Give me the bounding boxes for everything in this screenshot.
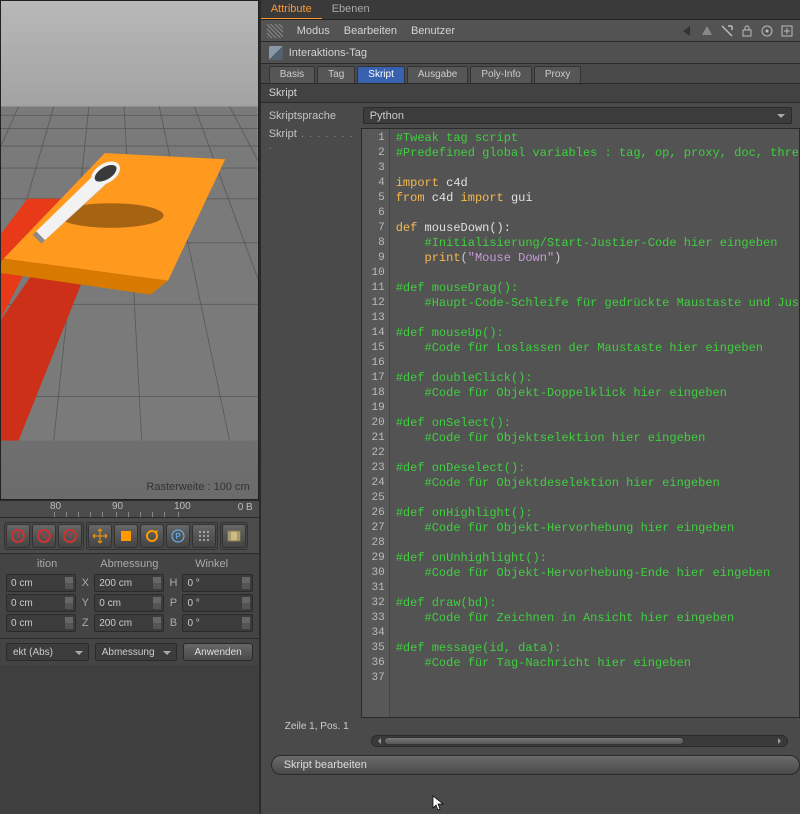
edit-script-button[interactable]: Skript bearbeiten <box>271 755 800 775</box>
section-header: Skript <box>261 84 800 103</box>
script-language-combo[interactable]: Python <box>363 107 792 124</box>
nav-back-icon[interactable] <box>680 24 694 38</box>
code-area[interactable]: #Tweak tag script #Predefined global var… <box>390 129 799 717</box>
menu-modus[interactable]: Modus <box>297 25 330 37</box>
nav-up-icon[interactable] <box>700 24 714 38</box>
tool-back-icon[interactable] <box>6 524 30 548</box>
svg-text:?: ? <box>67 532 72 542</box>
editor-status: Zeile 1, Pos. 1 <box>261 718 800 735</box>
svg-text:P: P <box>175 532 180 541</box>
apply-button[interactable]: Anwenden <box>183 643 252 661</box>
timeline-ruler[interactable]: 80 90 100 0 B <box>0 500 259 518</box>
subtab-proxy[interactable]: Proxy <box>534 66 582 83</box>
tag-header: Interaktions-Tag <box>261 42 800 64</box>
coordinates-panel: ition Abmessung Winkel 0 cmX 200 cmH 0 °… <box>0 554 259 639</box>
line-gutter: 1234567891011121314151617181920212223242… <box>362 129 390 717</box>
ang-b-field[interactable]: 0 ° <box>182 614 252 632</box>
tool-rotate-icon[interactable] <box>140 524 164 548</box>
interaction-tag-icon <box>269 46 283 60</box>
viewport-grid-label: Rasterweite : 100 cm <box>146 481 249 493</box>
subtab-ausgabe[interactable]: Ausgabe <box>407 66 468 83</box>
new-panel-icon[interactable] <box>780 24 794 38</box>
tool-help-icon[interactable]: ? <box>58 524 82 548</box>
scrollbar-thumb[interactable] <box>384 737 684 745</box>
tab-layers[interactable]: Ebenen <box>322 0 380 19</box>
ang-p-field[interactable]: 0 ° <box>182 594 252 612</box>
pos-x-field[interactable]: 0 cm <box>6 574 76 592</box>
col-size: Abmessung <box>88 558 170 570</box>
col-position: ition <box>6 558 88 570</box>
tool-cancel-icon[interactable] <box>32 524 56 548</box>
tool-p-icon[interactable]: P <box>166 524 190 548</box>
tab-attribute[interactable]: Attribute <box>261 0 322 19</box>
size-y-field[interactable]: 0 cm <box>94 594 164 612</box>
menu-bearbeiten[interactable]: Bearbeiten <box>344 25 397 37</box>
nav-home-icon[interactable] <box>720 24 734 38</box>
pos-z-field[interactable]: 0 cm <box>6 614 76 632</box>
tool-scale-icon[interactable] <box>114 524 138 548</box>
pos-y-field[interactable]: 0 cm <box>6 594 76 612</box>
ang-h-field[interactable]: 0 ° <box>182 574 252 592</box>
tool-film-icon[interactable] <box>222 524 246 548</box>
script-label: Skript . . . . . . . . <box>269 128 357 152</box>
subtab-skript[interactable]: Skript <box>357 66 405 83</box>
menu-benutzer[interactable]: Benutzer <box>411 25 455 37</box>
grip-icon[interactable] <box>267 24 283 38</box>
tool-move-icon[interactable] <box>88 524 112 548</box>
subtab-tag[interactable]: Tag <box>317 66 355 83</box>
col-angle: Winkel <box>170 558 252 570</box>
size-z-field[interactable]: 200 cm <box>94 614 164 632</box>
panel-tabbar: Attribute Ebenen <box>261 0 800 20</box>
size-x-field[interactable]: 200 cm <box>94 574 164 592</box>
target-icon[interactable] <box>760 24 774 38</box>
attribute-menubar: Modus Bearbeiten Benutzer <box>261 20 800 42</box>
viewport-scene <box>1 1 258 441</box>
tool-grid-icon[interactable] <box>192 524 216 548</box>
script-editor[interactable]: 1234567891011121314151617181920212223242… <box>361 128 800 718</box>
lock-icon[interactable] <box>740 24 754 38</box>
subtab-polyinfo[interactable]: Poly-Info <box>470 66 531 83</box>
viewport-3d[interactable]: Rasterweite : 100 cm <box>0 0 259 500</box>
tag-subtabs: Basis Tag Skript Ausgabe Poly-Info Proxy <box>261 64 800 84</box>
dimension-mode-combo[interactable]: Abmessung <box>95 643 178 661</box>
subtab-basis[interactable]: Basis <box>269 66 315 83</box>
lang-label: Skriptsprache <box>269 110 357 122</box>
editor-hscrollbar[interactable] <box>371 735 788 747</box>
object-mode-combo[interactable]: ekt (Abs) <box>6 643 89 661</box>
mouse-cursor-icon <box>432 795 446 811</box>
tag-name: Interaktions-Tag <box>289 47 367 59</box>
tool-toolbar: ? P <box>0 518 259 554</box>
